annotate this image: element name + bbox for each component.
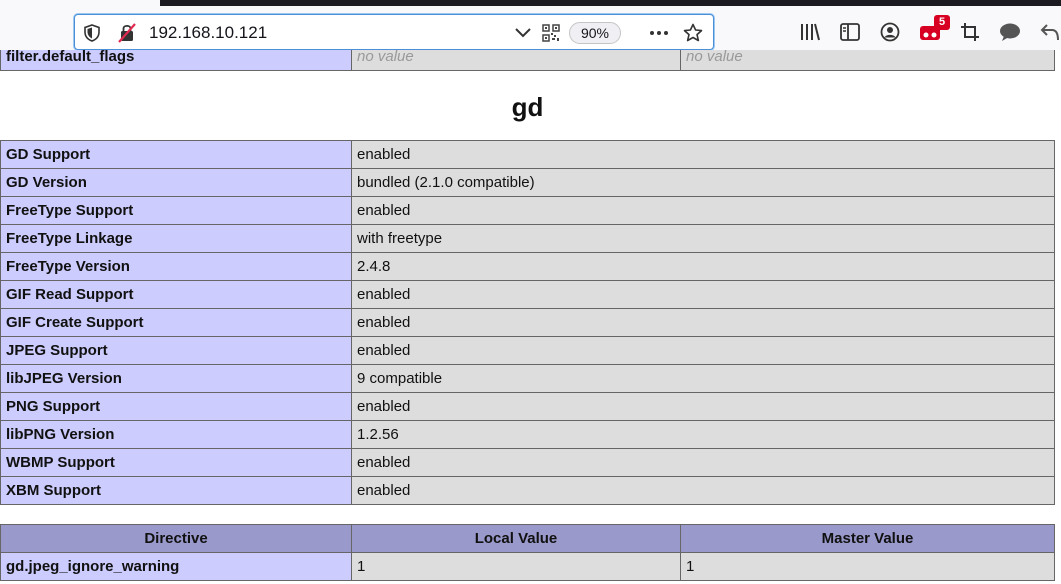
star-icon[interactable] — [683, 23, 703, 43]
back-icon[interactable] — [1038, 20, 1061, 44]
property-name: FreeType Linkage — [0, 224, 352, 253]
property-name: libPNG Version — [0, 420, 352, 449]
master-value: no value — [680, 50, 1055, 71]
property-value: enabled — [351, 280, 1055, 309]
table-row: libJPEG Version 9 compatible — [0, 364, 1055, 393]
gd-info-table: GD Support enabled GD Version bundled (2.1.… — [0, 140, 1055, 505]
table-row: WBMP Support enabled — [0, 448, 1055, 477]
property-name: GD Version — [0, 168, 352, 197]
property-value: enabled — [351, 308, 1055, 337]
table-row: FreeType Linkage with freetype — [0, 224, 1055, 253]
property-name: JPEG Support — [0, 336, 352, 365]
property-name: FreeType Version — [0, 252, 352, 281]
table-header-row: Directive Local Value Master Value — [0, 524, 1055, 553]
notification-badge: 5 — [934, 15, 950, 30]
gd-directives-table: Directive Local Value Master Value gd.jp… — [0, 524, 1055, 581]
table-row: filter.default_flags no value no value — [0, 50, 1055, 71]
qr-code-icon[interactable] — [541, 23, 561, 43]
property-value: enabled — [351, 448, 1055, 477]
section-title: gd — [511, 92, 544, 122]
property-name: PNG Support — [0, 392, 352, 421]
property-value: 2.4.8 — [351, 252, 1055, 281]
property-name: GIF Read Support — [0, 280, 352, 309]
directive-name: gd.jpeg_ignore_warning — [0, 552, 352, 581]
property-value: bundled (2.1.0 compatible) — [351, 168, 1055, 197]
sidebar-icon[interactable] — [838, 20, 862, 44]
page-content: filter.default_flags no value no value g… — [0, 50, 1061, 584]
table-row: PNG Support enabled — [0, 392, 1055, 421]
table-row: gd.jpeg_ignore_warning 1 1 — [0, 552, 1055, 581]
property-name: WBMP Support — [0, 448, 352, 477]
property-value: enabled — [351, 140, 1055, 169]
url-bar[interactable]: 192.168.10.121 90% — [74, 14, 714, 50]
zoom-level[interactable]: 90% — [569, 22, 621, 44]
property-name: libJPEG Version — [0, 364, 352, 393]
library-icon[interactable] — [798, 20, 822, 44]
property-value: 1.2.56 — [351, 420, 1055, 449]
table-row: FreeType Support enabled — [0, 196, 1055, 225]
more-icon[interactable] — [649, 23, 669, 43]
property-name: GIF Create Support — [0, 308, 352, 337]
chevron-down-icon[interactable] — [513, 23, 533, 43]
table-row: GIF Create Support enabled — [0, 308, 1055, 337]
property-value: 9 compatible — [351, 364, 1055, 393]
tab-strip — [160, 0, 1061, 6]
master-value: 1 — [680, 552, 1055, 581]
property-value: enabled — [351, 392, 1055, 421]
insecure-lock-icon[interactable] — [117, 23, 137, 43]
table-row: GD Version bundled (2.1.0 compatible) — [0, 168, 1055, 197]
table-row: GIF Read Support enabled — [0, 280, 1055, 309]
property-value: enabled — [351, 476, 1055, 505]
directive-name: filter.default_flags — [0, 50, 352, 71]
property-value: enabled — [351, 196, 1055, 225]
crop-icon[interactable] — [958, 20, 982, 44]
property-name: GD Support — [0, 140, 352, 169]
local-value: 1 — [351, 552, 681, 581]
shield-icon[interactable] — [82, 23, 102, 43]
table-row: XBM Support enabled — [0, 476, 1055, 505]
account-icon[interactable] — [878, 20, 902, 44]
url-text[interactable]: 192.168.10.121 — [149, 23, 267, 43]
property-value: with freetype — [351, 224, 1055, 253]
browser-toolbar: 192.168.10.121 90% 5 — [0, 0, 1061, 50]
previous-section-table: filter.default_flags no value no value — [0, 50, 1055, 71]
local-value: no value — [351, 50, 681, 71]
column-header-directive: Directive — [0, 524, 352, 553]
column-header-master-value: Master Value — [680, 524, 1055, 553]
chat-icon[interactable] — [998, 20, 1022, 44]
table-row: JPEG Support enabled — [0, 336, 1055, 365]
column-header-local-value: Local Value — [351, 524, 681, 553]
table-row: libPNG Version 1.2.56 — [0, 420, 1055, 449]
table-row: GD Support enabled — [0, 140, 1055, 169]
property-name: FreeType Support — [0, 196, 352, 225]
property-name: XBM Support — [0, 476, 352, 505]
property-value: enabled — [351, 336, 1055, 365]
table-row: FreeType Version 2.4.8 — [0, 252, 1055, 281]
